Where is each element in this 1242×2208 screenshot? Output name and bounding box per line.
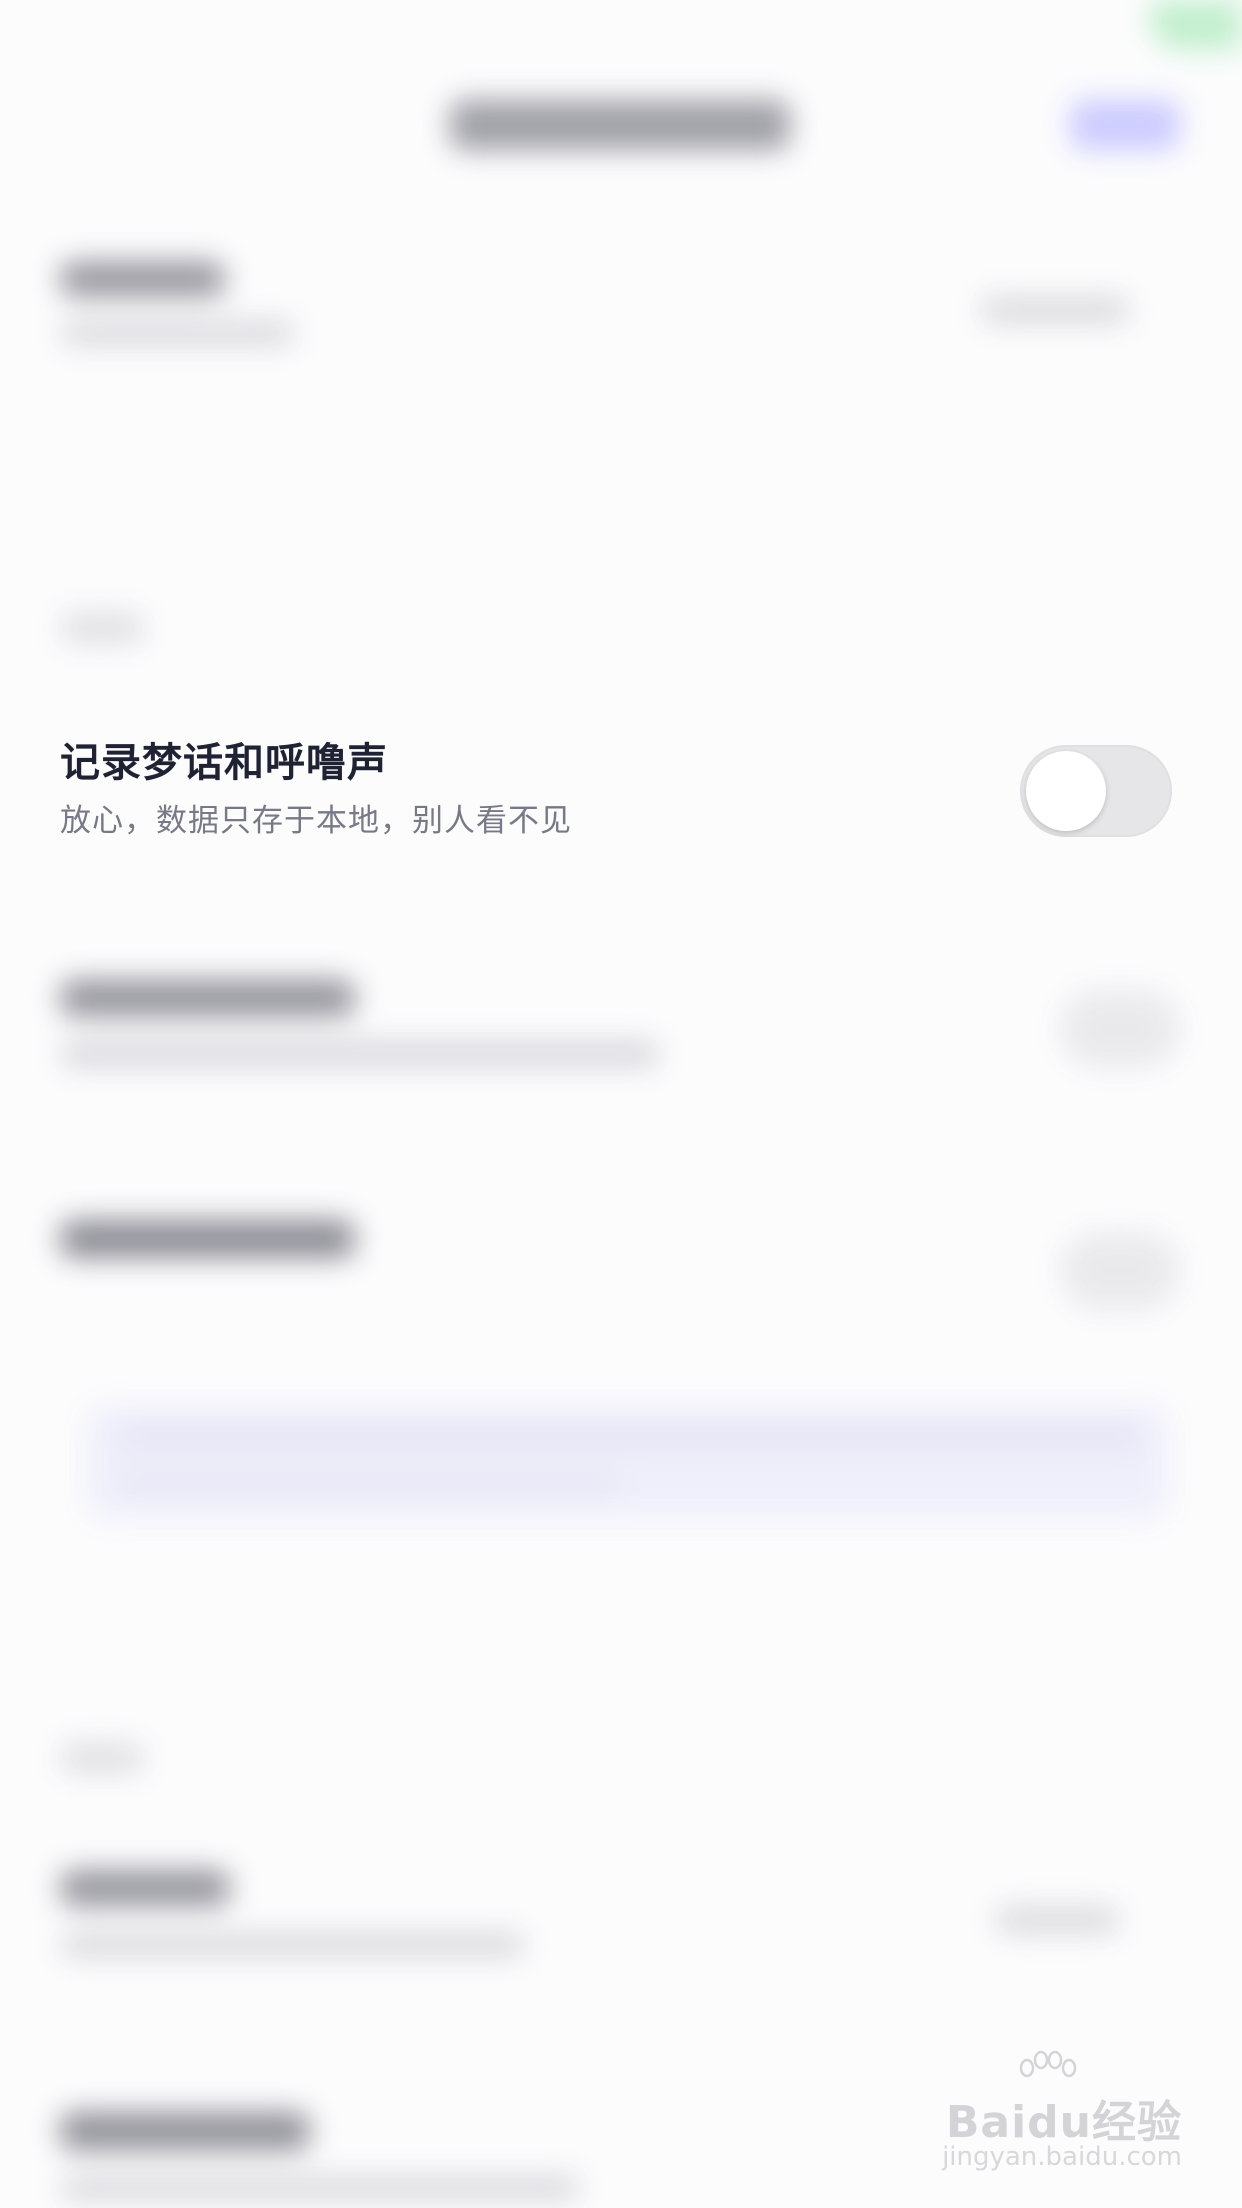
row3-sub-blur xyxy=(60,1040,660,1068)
info-card-blur xyxy=(85,1405,1170,1520)
header-action-blur xyxy=(1070,100,1180,150)
status-indicator xyxy=(1150,0,1242,50)
row6-value-blur xyxy=(995,1905,1120,1935)
setting-row-sleep-talk: 记录梦话和呼噜声 放心，数据只存于本地，别人看不见 xyxy=(0,700,1242,890)
paw-icon xyxy=(1019,2050,1077,2078)
row6-title-blur xyxy=(60,1870,230,1906)
screen: 记录梦话和呼噜声 放心，数据只存于本地，别人看不见 Baidu经验 jingya… xyxy=(0,0,1242,2208)
row4-toggle-blur xyxy=(1060,1232,1180,1310)
row6-sub-blur xyxy=(60,1932,525,1958)
record-sleep-talk-toggle[interactable] xyxy=(1020,745,1172,837)
header-title-blur xyxy=(450,100,790,150)
row1-sub-blur xyxy=(60,320,295,346)
blurred-background xyxy=(0,0,1242,2208)
row3-toggle-blur xyxy=(1060,990,1180,1068)
info-card-line2-blur xyxy=(120,1475,620,1495)
toggle-knob xyxy=(1026,751,1106,831)
info-card-line1-blur xyxy=(120,1425,1140,1447)
baidu-watermark: Baidu经验 jingyan.baidu.com xyxy=(942,2050,1182,2180)
watermark-brand: Baidu经验 xyxy=(945,2097,1182,2148)
watermark-url: jingyan.baidu.com xyxy=(942,2142,1182,2172)
row1-title-blur xyxy=(60,262,225,296)
row3-title-blur xyxy=(60,980,355,1016)
setting-subtitle: 放心，数据只存于本地，别人看不见 xyxy=(60,803,572,839)
row7-title-blur xyxy=(60,2112,310,2150)
row4-title-blur xyxy=(60,1220,355,1258)
section-label-2-blur xyxy=(60,1742,145,1774)
setting-title: 记录梦话和呼噜声 xyxy=(60,740,388,786)
row7-sub-blur xyxy=(60,2175,580,2201)
row1-value-blur xyxy=(980,295,1130,325)
section-label-blur xyxy=(60,612,145,644)
